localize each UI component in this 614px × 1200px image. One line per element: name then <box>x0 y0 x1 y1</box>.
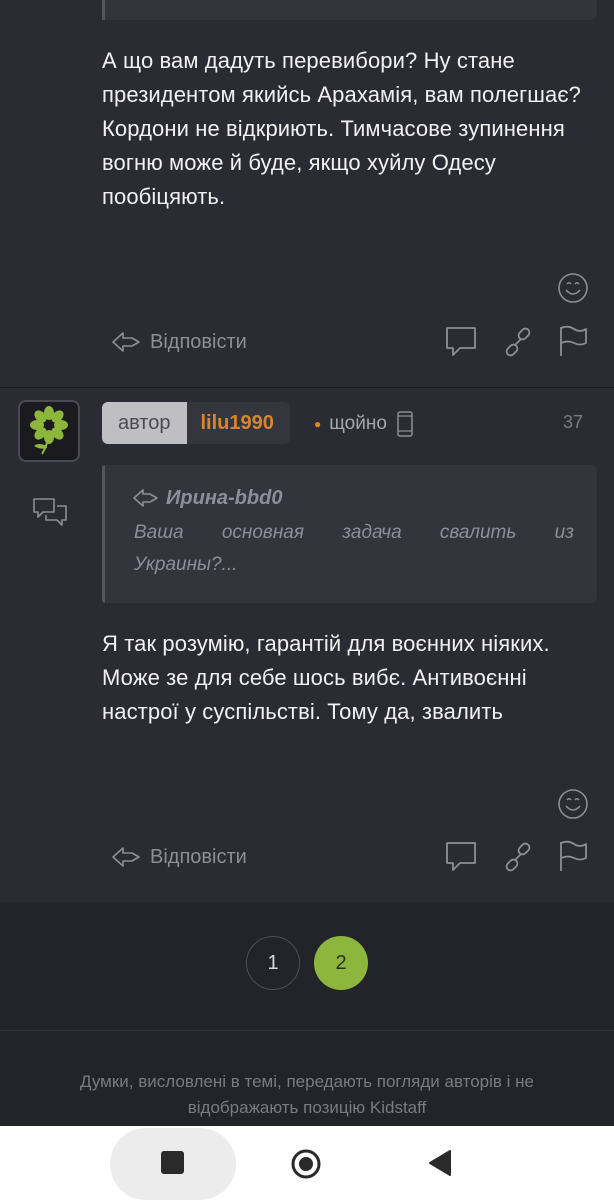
post-meta: ● щойно <box>314 408 415 440</box>
post-body: Я так розумію, гарантій для воєнних ніяк… <box>102 631 550 724</box>
link-icon[interactable] <box>501 840 535 874</box>
flag-icon[interactable] <box>556 839 590 873</box>
avatar[interactable] <box>18 400 80 462</box>
reply-button[interactable]: Відповісти <box>110 839 247 875</box>
smiley-icon[interactable] <box>557 788 589 820</box>
chat-bubbles-icon[interactable] <box>32 496 68 530</box>
status-dot: ● <box>314 417 322 431</box>
pagination <box>0 903 614 1030</box>
link-icon[interactable] <box>501 325 535 359</box>
mobile-phone-icon <box>397 411 413 437</box>
author-badge: автор lilu1990 <box>102 402 290 444</box>
quote-box-end <box>102 0 597 20</box>
footer-disclaimer: Думки, висловлені в темі, передають погл… <box>79 1072 535 1117</box>
quote-text: Ваша основная задача свалить из Украины?… <box>134 522 574 575</box>
reply-arrow-icon <box>112 332 140 352</box>
home-circle-icon[interactable] <box>290 1148 322 1180</box>
reply-arrow-icon <box>112 847 140 867</box>
post-paragraph: Кордони не відкриють. Тимчасове зупиненн… <box>102 116 565 209</box>
page-1-button[interactable]: 1 <box>246 936 300 990</box>
reply-label: Відповісти <box>150 845 247 868</box>
reply-label: Відповісти <box>150 330 247 353</box>
comment-icon[interactable] <box>444 839 478 873</box>
flower-icon <box>30 406 68 455</box>
username-link[interactable]: lilu1990 <box>186 402 290 444</box>
flag-icon[interactable] <box>556 324 590 358</box>
smiley-icon[interactable] <box>557 272 589 304</box>
page-2-button-current[interactable]: 2 <box>314 936 368 990</box>
quote-author-name: Ирина-bbd0 <box>166 486 283 509</box>
quote-author-link[interactable]: Ирина-bbd0 <box>132 486 282 510</box>
author-role-badge: автор <box>102 402 187 444</box>
reply-button[interactable]: Відповісти <box>110 324 247 360</box>
reply-arrow-icon <box>133 489 158 507</box>
post-body: А що вам дадуть перевибори? Ну стане пре… <box>102 44 592 214</box>
recents-square-icon[interactable] <box>161 1151 184 1174</box>
post-number[interactable]: 37 <box>563 412 583 433</box>
post-paragraph: А що вам дадуть перевибори? Ну стане пре… <box>102 48 581 107</box>
post-time: щойно <box>329 413 387 434</box>
comment-icon[interactable] <box>444 324 478 358</box>
back-triangle-icon[interactable] <box>427 1149 453 1177</box>
